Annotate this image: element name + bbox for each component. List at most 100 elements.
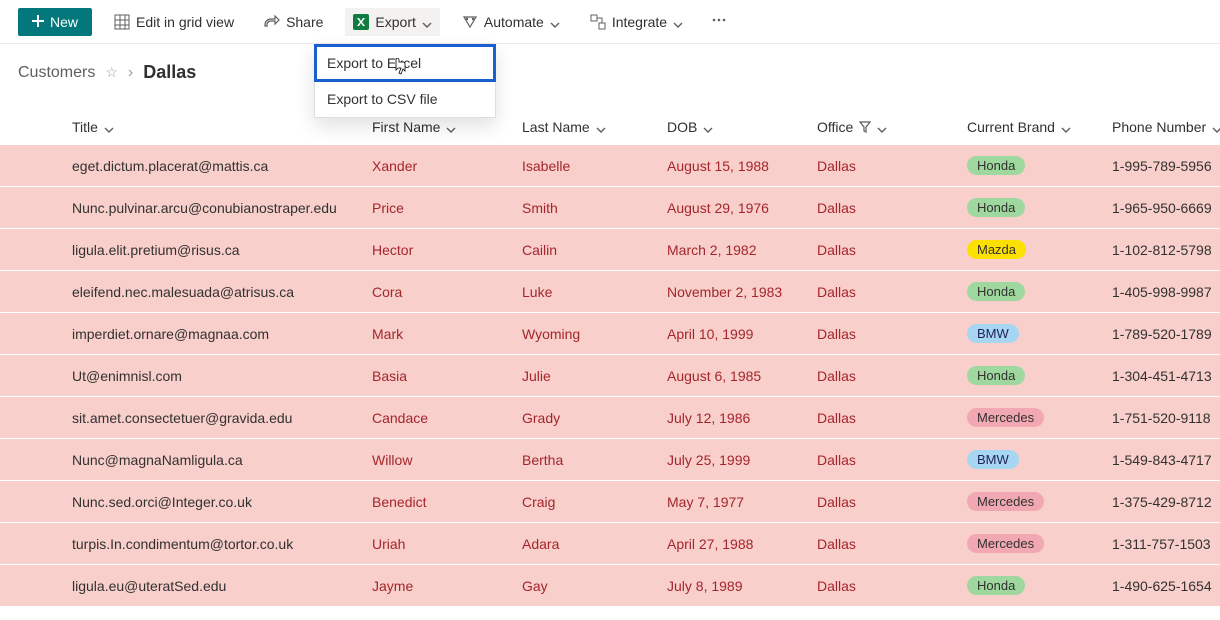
table-row[interactable]: ligula.eu@uteratSed.eduJaymeGayJuly 8, 1… xyxy=(0,565,1220,607)
cell-first-name: Basia xyxy=(372,368,522,384)
integrate-button[interactable]: Integrate xyxy=(582,8,691,36)
cell-dob: August 6, 1985 xyxy=(667,368,817,384)
share-label: Share xyxy=(286,14,323,30)
favorite-icon[interactable]: ☆ xyxy=(105,64,118,81)
automate-label: Automate xyxy=(484,14,544,30)
cell-dob: July 25, 1999 xyxy=(667,452,817,468)
column-last-name[interactable]: Last Name xyxy=(522,119,667,135)
column-phone-label: Phone Number xyxy=(1112,119,1206,135)
new-button[interactable]: New xyxy=(18,8,92,36)
table-row[interactable]: Nunc.pulvinar.arcu@conubianostraper.eduP… xyxy=(0,187,1220,229)
table-row[interactable]: Nunc.sed.orci@Integer.co.ukBenedictCraig… xyxy=(0,481,1220,523)
column-title[interactable]: Title xyxy=(72,119,372,135)
column-brand[interactable]: Current Brand xyxy=(967,119,1112,135)
chevron-down-icon xyxy=(422,17,432,27)
cell-dob: July 12, 1986 xyxy=(667,410,817,426)
cell-last-name: Adara xyxy=(522,536,667,552)
cell-first-name: Jayme xyxy=(372,578,522,594)
cell-title: Ut@enimnisl.com xyxy=(72,368,372,384)
edit-grid-label: Edit in grid view xyxy=(136,14,234,30)
column-first-name[interactable]: First Name xyxy=(372,119,522,135)
cell-dob: July 8, 1989 xyxy=(667,578,817,594)
export-excel-item[interactable]: Export to Excel xyxy=(315,45,495,81)
cell-last-name: Grady xyxy=(522,410,667,426)
cell-brand: Honda xyxy=(967,282,1112,301)
cell-title: ligula.eu@uteratSed.edu xyxy=(72,578,372,594)
chevron-down-icon xyxy=(446,122,456,132)
table-row[interactable]: eget.dictum.placerat@mattis.caXanderIsab… xyxy=(0,145,1220,187)
cell-phone: 1-405-998-9987 xyxy=(1112,284,1220,300)
cell-phone: 1-995-789-5956 xyxy=(1112,158,1220,174)
export-csv-item[interactable]: Export to CSV file xyxy=(315,81,495,117)
column-dob-label: DOB xyxy=(667,119,697,135)
cell-dob: August 15, 1988 xyxy=(667,158,817,174)
cell-dob: March 2, 1982 xyxy=(667,242,817,258)
column-dob[interactable]: DOB xyxy=(667,119,817,135)
column-brand-label: Current Brand xyxy=(967,119,1055,135)
table-row[interactable]: sit.amet.consectetuer@gravida.eduCandace… xyxy=(0,397,1220,439)
cell-last-name: Cailin xyxy=(522,242,667,258)
chevron-down-icon xyxy=(104,122,114,132)
brand-badge: Mercedes xyxy=(967,534,1044,553)
table-row[interactable]: Ut@enimnisl.comBasiaJulieAugust 6, 1985D… xyxy=(0,355,1220,397)
cell-last-name: Craig xyxy=(522,494,667,510)
brand-badge: Honda xyxy=(967,198,1025,217)
chevron-down-icon xyxy=(550,17,560,27)
brand-badge: Honda xyxy=(967,156,1025,175)
cell-last-name: Isabelle xyxy=(522,158,667,174)
cell-brand: Mazda xyxy=(967,240,1112,259)
list-view: Title First Name Last Name DOB Office Cu… xyxy=(0,109,1220,607)
brand-badge: Honda xyxy=(967,576,1025,595)
cell-brand: Mercedes xyxy=(967,408,1112,427)
column-header-row: Title First Name Last Name DOB Office Cu… xyxy=(0,109,1220,145)
new-button-label: New xyxy=(50,14,78,30)
more-button[interactable] xyxy=(705,6,733,37)
cell-first-name: Xander xyxy=(372,158,522,174)
cell-last-name: Bertha xyxy=(522,452,667,468)
brand-badge: BMW xyxy=(967,450,1019,469)
automate-button[interactable]: Automate xyxy=(454,8,568,36)
breadcrumb-root[interactable]: Customers xyxy=(18,64,95,82)
cell-phone: 1-549-843-4717 xyxy=(1112,452,1220,468)
export-button[interactable]: Export xyxy=(345,8,439,36)
brand-badge: Mazda xyxy=(967,240,1026,259)
command-bar: New Edit in grid view Share Export Autom… xyxy=(0,0,1220,44)
cell-last-name: Julie xyxy=(522,368,667,384)
brand-badge: BMW xyxy=(967,324,1019,343)
cell-office: Dallas xyxy=(817,494,967,510)
cell-office: Dallas xyxy=(817,158,967,174)
cell-brand: Mercedes xyxy=(967,492,1112,511)
cell-first-name: Price xyxy=(372,200,522,216)
cell-title: Nunc.sed.orci@Integer.co.uk xyxy=(72,494,372,510)
column-first-label: First Name xyxy=(372,119,440,135)
column-phone[interactable]: Phone Number xyxy=(1112,119,1220,135)
cell-office: Dallas xyxy=(817,242,967,258)
export-excel-label: Export to Excel xyxy=(327,55,421,71)
share-button[interactable]: Share xyxy=(256,8,331,36)
edit-grid-button[interactable]: Edit in grid view xyxy=(106,8,242,36)
cell-title: Nunc@magnaNamligula.ca xyxy=(72,452,372,468)
export-csv-label: Export to CSV file xyxy=(327,91,438,107)
cell-first-name: Uriah xyxy=(372,536,522,552)
cell-office: Dallas xyxy=(817,410,967,426)
cell-first-name: Hector xyxy=(372,242,522,258)
cell-title: eleifend.nec.malesuada@atrisus.ca xyxy=(72,284,372,300)
brand-badge: Mercedes xyxy=(967,408,1044,427)
column-title-label: Title xyxy=(72,119,98,135)
cell-office: Dallas xyxy=(817,326,967,342)
cell-first-name: Cora xyxy=(372,284,522,300)
table-row[interactable]: eleifend.nec.malesuada@atrisus.caCoraLuk… xyxy=(0,271,1220,313)
cell-dob: November 2, 1983 xyxy=(667,284,817,300)
table-row[interactable]: imperdiet.ornare@magnaa.comMarkWyomingAp… xyxy=(0,313,1220,355)
brand-badge: Honda xyxy=(967,366,1025,385)
column-office[interactable]: Office xyxy=(817,119,967,135)
cell-dob: April 27, 1988 xyxy=(667,536,817,552)
chevron-down-icon xyxy=(1061,122,1071,132)
cell-brand: BMW xyxy=(967,324,1112,343)
cell-brand: Honda xyxy=(967,576,1112,595)
table-row[interactable]: Nunc@magnaNamligula.caWillowBerthaJuly 2… xyxy=(0,439,1220,481)
export-menu: Export to Excel Export to CSV file xyxy=(314,44,496,118)
table-row[interactable]: turpis.In.condimentum@tortor.co.ukUriahA… xyxy=(0,523,1220,565)
table-row[interactable]: ligula.elit.pretium@risus.caHectorCailin… xyxy=(0,229,1220,271)
column-office-label: Office xyxy=(817,119,853,135)
